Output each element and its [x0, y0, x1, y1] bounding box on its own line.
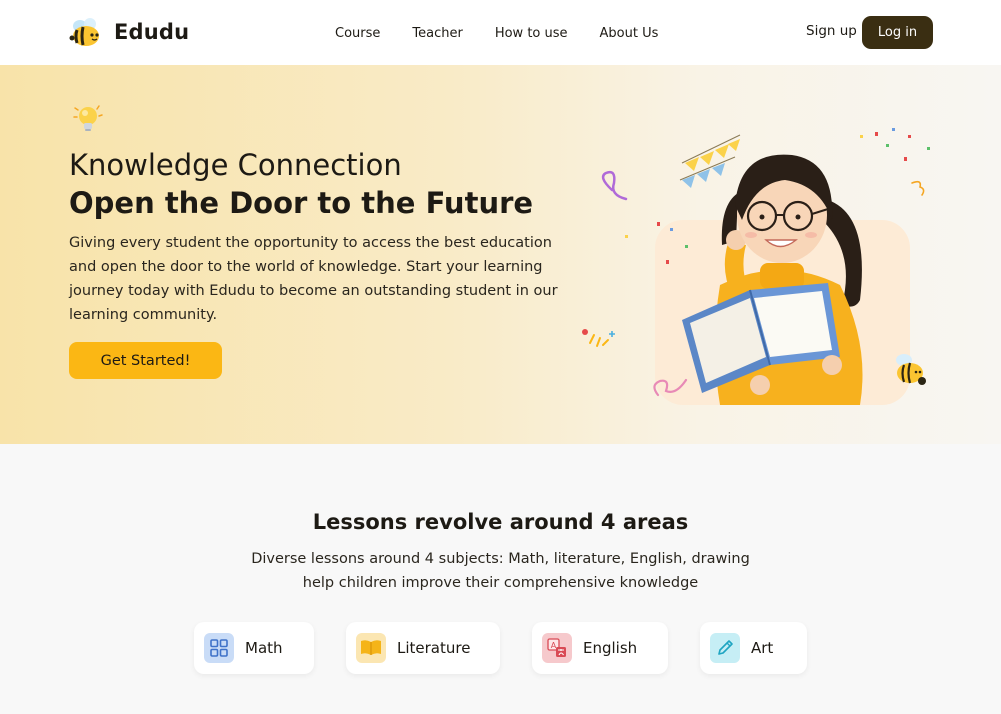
- main-menu: Course Teacher How to use About Us: [335, 26, 658, 41]
- subject-card-english[interactable]: A English: [532, 622, 668, 674]
- hero-section: Knowledge Connection Open the Door to th…: [0, 65, 1001, 444]
- subject-card-math[interactable]: Math: [194, 622, 314, 674]
- bunting-flags-icon: [679, 134, 741, 188]
- subject-label: Art: [751, 639, 774, 657]
- nav-about-us[interactable]: About Us: [600, 26, 659, 41]
- subject-label: Math: [245, 639, 283, 657]
- subject-cards: Math Literature A English Art: [0, 622, 1001, 674]
- lightbulb-icon: [73, 105, 103, 131]
- subject-card-art[interactable]: Art: [700, 622, 807, 674]
- pencil-icon: [710, 633, 740, 663]
- nav-course[interactable]: Course: [335, 26, 380, 41]
- nav-teacher[interactable]: Teacher: [412, 26, 462, 41]
- subject-card-literature[interactable]: Literature: [346, 622, 500, 674]
- brand-name: Edudu: [114, 20, 190, 44]
- login-button[interactable]: Log in: [862, 16, 933, 49]
- brand-logo[interactable]: Edudu: [68, 16, 189, 48]
- signup-link[interactable]: Sign up: [806, 23, 857, 39]
- lessons-description-line2: help children improve their comprehensiv…: [302, 575, 699, 591]
- hero-description: Giving every student the opportunity to …: [69, 235, 558, 323]
- lessons-title: Lessons revolve around 4 areas: [312, 510, 689, 534]
- grid-icon: [204, 633, 234, 663]
- translate-icon: A: [542, 633, 572, 663]
- lessons-description-line1: Diverse lessons around 4 subjects: Math,…: [251, 551, 750, 567]
- svg-text:A: A: [551, 641, 557, 650]
- hero-title-line2: Open the Door to the Future: [69, 186, 534, 220]
- get-started-button[interactable]: Get Started!: [69, 342, 222, 379]
- lessons-description: Diverse lessons around 4 subjects: Math,…: [0, 547, 1001, 595]
- hero-illustration: [582, 128, 930, 405]
- bee-logo-icon: [69, 18, 99, 46]
- subject-label: English: [583, 639, 638, 657]
- top-nav: Edudu Course Teacher How to use About Us…: [0, 0, 1001, 65]
- hero-title-line1: Knowledge Connection: [69, 148, 402, 182]
- book-icon: [356, 633, 386, 663]
- subject-label: Literature: [397, 639, 471, 657]
- sparkle-icon: [582, 329, 615, 347]
- nav-how-to-use[interactable]: How to use: [495, 26, 568, 41]
